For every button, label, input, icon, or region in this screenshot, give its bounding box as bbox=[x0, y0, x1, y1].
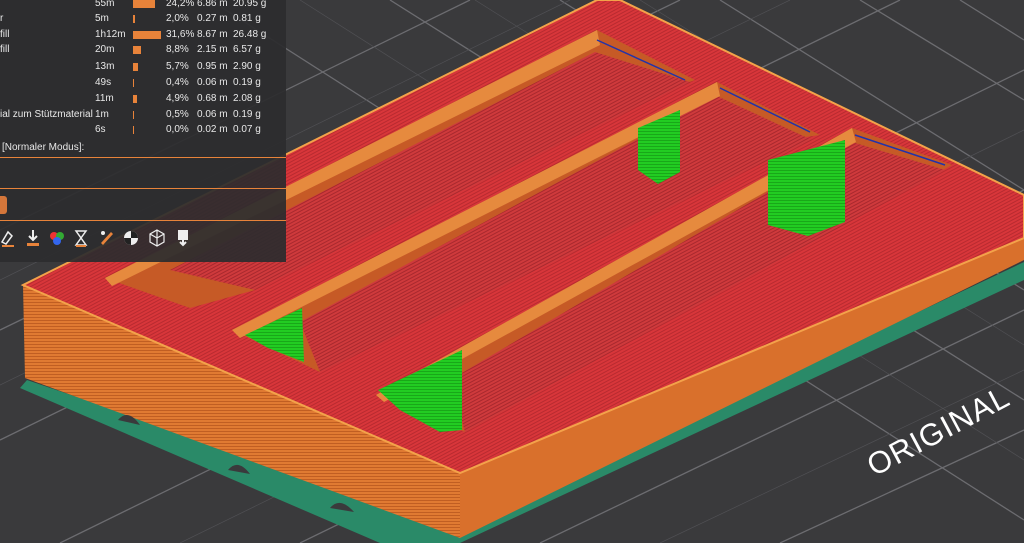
panel-separator bbox=[0, 157, 286, 158]
feature-weight: 0.19 g bbox=[233, 77, 261, 88]
feature-percent: 31,6% bbox=[166, 29, 195, 40]
feature-percent: 8,8% bbox=[166, 44, 189, 55]
layers-edit-icon[interactable] bbox=[0, 228, 18, 248]
sliced-info-panel: 55m 24,2% 6.86 m 20.95 g r 5m 2,0% 0.27 … bbox=[0, 0, 286, 262]
export-arrow-icon[interactable] bbox=[174, 228, 192, 248]
share-bar bbox=[133, 15, 135, 23]
feature-weight: 0.81 g bbox=[233, 13, 261, 24]
feature-time: 11m bbox=[95, 93, 114, 104]
feature-time: 20m bbox=[95, 44, 115, 55]
panel-separator bbox=[0, 220, 286, 221]
download-arrow-icon[interactable] bbox=[24, 228, 42, 248]
share-bar bbox=[133, 0, 155, 8]
share-bar bbox=[133, 95, 137, 103]
target-ring-icon[interactable] bbox=[122, 228, 140, 248]
panel-separator bbox=[0, 188, 286, 189]
share-bar bbox=[133, 79, 134, 87]
share-bar bbox=[133, 126, 134, 134]
color-wheel-icon[interactable] bbox=[48, 228, 66, 248]
feature-length: 8.67 m bbox=[197, 29, 228, 40]
feature-time: 49s bbox=[95, 77, 112, 88]
feature-label: fill bbox=[0, 29, 10, 40]
feature-length: 0.68 m bbox=[197, 93, 228, 104]
feature-percent: 24,2% bbox=[166, 0, 195, 9]
share-bar bbox=[133, 111, 134, 119]
feature-percent: 5,7% bbox=[166, 61, 189, 72]
feature-weight: 6.57 g bbox=[233, 44, 261, 55]
feature-time: 5m bbox=[95, 13, 109, 24]
share-bar bbox=[133, 63, 138, 71]
feature-label: ial zum Stützmaterial bbox=[0, 109, 93, 120]
feature-length: 0.02 m bbox=[197, 124, 228, 135]
share-bar bbox=[133, 46, 141, 54]
wireframe-cube-icon[interactable] bbox=[148, 228, 166, 248]
feature-time: 1m bbox=[95, 109, 109, 120]
feature-weight: 20.95 g bbox=[233, 0, 267, 9]
feature-time: 13m bbox=[95, 61, 115, 72]
hourglass-icon[interactable] bbox=[72, 228, 90, 248]
feature-percent: 0,0% bbox=[166, 124, 189, 135]
feature-weight: 0.07 g bbox=[233, 124, 261, 135]
feature-length: 0.27 m bbox=[197, 13, 228, 24]
feature-time: 6s bbox=[95, 124, 106, 135]
print-mode-label: [Normaler Modus]: bbox=[2, 142, 85, 153]
feature-time: 55m bbox=[95, 0, 115, 9]
pen-gcode-icon[interactable] bbox=[98, 228, 116, 248]
feature-length: 6.86 m bbox=[197, 0, 228, 9]
feature-percent: 0,4% bbox=[166, 77, 189, 88]
view-toolbar bbox=[0, 228, 200, 250]
feature-percent: 0,5% bbox=[166, 109, 189, 120]
feature-weight: 26.48 g bbox=[233, 29, 267, 40]
feature-length: 0.95 m bbox=[197, 61, 228, 72]
feature-percent: 2,0% bbox=[166, 13, 189, 24]
feature-weight: 2.08 g bbox=[233, 93, 261, 104]
feature-length: 2.15 m bbox=[197, 44, 228, 55]
feature-percent: 4,9% bbox=[166, 93, 189, 104]
slice-export-button[interactable] bbox=[0, 196, 7, 214]
feature-label: fill bbox=[0, 44, 10, 55]
feature-length: 0.06 m bbox=[197, 109, 228, 120]
feature-weight: 2.90 g bbox=[233, 61, 261, 72]
feature-weight: 0.19 g bbox=[233, 109, 261, 120]
feature-length: 0.06 m bbox=[197, 77, 228, 88]
feature-time: 1h12m bbox=[95, 29, 126, 40]
share-bar bbox=[133, 31, 161, 39]
feature-label: r bbox=[0, 13, 4, 24]
